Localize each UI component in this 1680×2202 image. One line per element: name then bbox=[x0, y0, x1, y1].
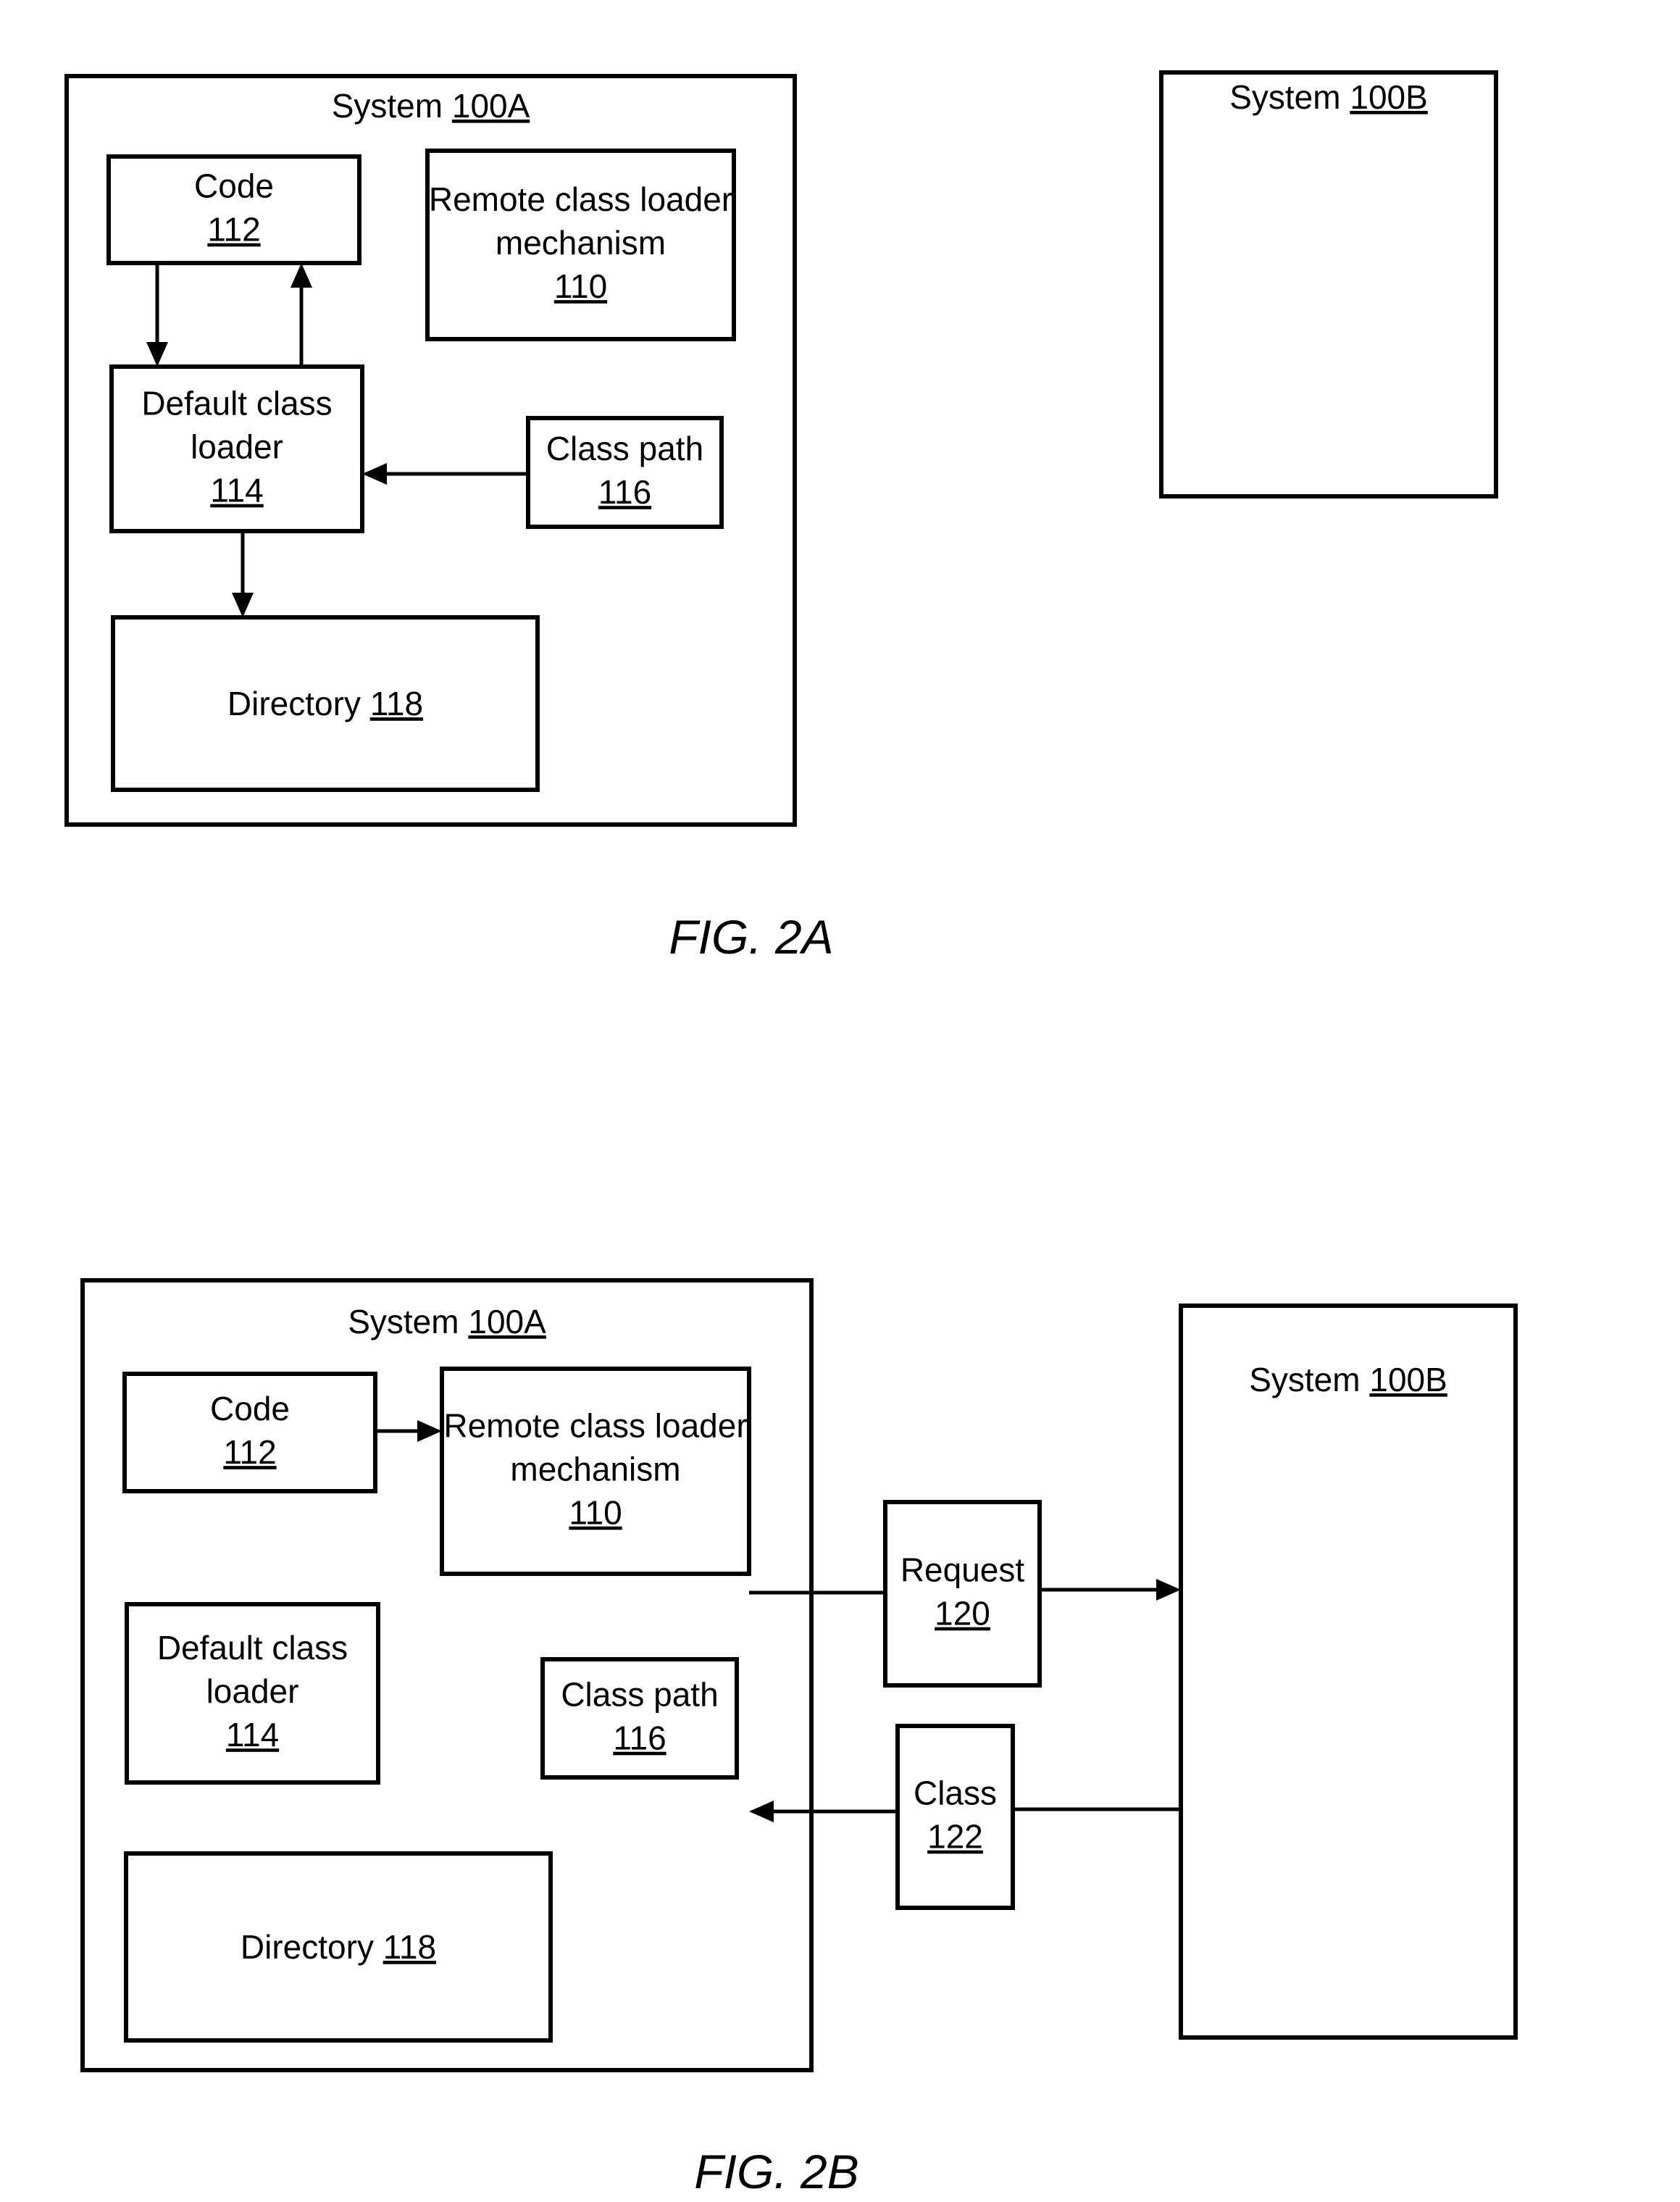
code-block: Code 112 bbox=[106, 154, 362, 265]
reference-number: 112 bbox=[207, 211, 260, 249]
reference-number: 110 bbox=[554, 267, 607, 305]
block-label-line: loader bbox=[191, 428, 283, 466]
system-name: System bbox=[1249, 1361, 1369, 1398]
block-label-line: Remote class loader bbox=[429, 180, 732, 218]
system-reference: 100A bbox=[468, 1303, 546, 1340]
default-loader-block: Default class loader 114 bbox=[109, 364, 364, 533]
block-name: Directory bbox=[227, 685, 370, 722]
system-100b-container: System 100B bbox=[1159, 70, 1498, 499]
block-label-line: mechanism bbox=[510, 1451, 680, 1488]
block-name: Directory bbox=[241, 1928, 383, 1966]
reference-number: 118 bbox=[383, 1928, 436, 1966]
system-title: System 100B bbox=[1229, 78, 1428, 116]
system-name: System bbox=[1229, 78, 1350, 116]
reference-number: 116 bbox=[613, 1719, 666, 1757]
block-label-line: Remote class loader bbox=[443, 1407, 747, 1445]
block-label-line: loader bbox=[206, 1672, 299, 1710]
default-loader-block: Default class loader 114 bbox=[125, 1602, 380, 1785]
reference-number: 110 bbox=[569, 1494, 622, 1532]
system-reference: 100A bbox=[452, 87, 530, 125]
code-block: Code 112 bbox=[122, 1372, 377, 1493]
reference-number: 114 bbox=[210, 472, 263, 509]
reference-number: 114 bbox=[226, 1716, 279, 1753]
block-label-line: Class path bbox=[561, 1676, 718, 1714]
figure-caption: FIG. 2A bbox=[669, 910, 833, 964]
system-title: System 100A bbox=[332, 87, 530, 125]
directory-label: Directory 118 bbox=[227, 685, 423, 722]
system-name: System bbox=[348, 1303, 468, 1340]
system-name: System bbox=[332, 87, 452, 125]
class-path-block: Class path 116 bbox=[526, 416, 724, 529]
system-title: System 100B bbox=[1249, 1361, 1447, 1398]
block-label-line: Class bbox=[914, 1774, 997, 1812]
figure-2b: System 100ASystem 100BCode112Remote clas… bbox=[80, 1278, 1518, 2198]
class-path-block: Class path 116 bbox=[540, 1657, 739, 1780]
block-label-line: Code bbox=[210, 1390, 290, 1427]
block-label-line: Code bbox=[194, 167, 274, 205]
block-label-line: Default class bbox=[157, 1629, 348, 1667]
block-label-line: Request bbox=[900, 1551, 1025, 1589]
system-title: System 100A bbox=[348, 1303, 546, 1340]
reference-number: 122 bbox=[927, 1818, 983, 1856]
arrow bbox=[1040, 1579, 1181, 1601]
remote-block: Remote class loader mechanism 110 bbox=[425, 149, 736, 341]
block-label-line: Class path bbox=[546, 430, 703, 467]
request-box bbox=[883, 1500, 1042, 1688]
directory-label: Directory 118 bbox=[241, 1928, 436, 1966]
block-label-line: mechanism bbox=[496, 224, 666, 262]
reference-number: 112 bbox=[223, 1433, 276, 1471]
directory-block: Directory 118 bbox=[124, 1851, 553, 2043]
reference-number: 120 bbox=[935, 1595, 990, 1632]
reference-number: 116 bbox=[598, 473, 651, 511]
block-label-line: Default class bbox=[141, 385, 332, 422]
arrowhead-icon bbox=[1156, 1579, 1181, 1601]
figure-2a: System 100A System 100BCode112Remote clas… bbox=[64, 70, 1498, 964]
system-box bbox=[1159, 70, 1498, 499]
class-box bbox=[895, 1724, 1015, 1910]
directory-block: Directory 118 bbox=[111, 615, 540, 792]
reference-number: 118 bbox=[370, 685, 423, 722]
system-100b-container: System 100B bbox=[1179, 1304, 1518, 2040]
system-box bbox=[1179, 1304, 1518, 2040]
patent-drawing: System 100A System 100BCode112Remote clas… bbox=[64, 70, 1518, 2198]
class-block: Class 122 bbox=[895, 1724, 1015, 1910]
system-reference: 100B bbox=[1350, 78, 1427, 116]
figure-caption: FIG. 2B bbox=[694, 2145, 858, 2198]
arrow bbox=[749, 1801, 898, 1822]
remote-block: Remote class loader mechanism 110 bbox=[440, 1367, 751, 1576]
request-block: Request 120 bbox=[883, 1500, 1042, 1688]
system-reference: 100B bbox=[1369, 1361, 1447, 1398]
